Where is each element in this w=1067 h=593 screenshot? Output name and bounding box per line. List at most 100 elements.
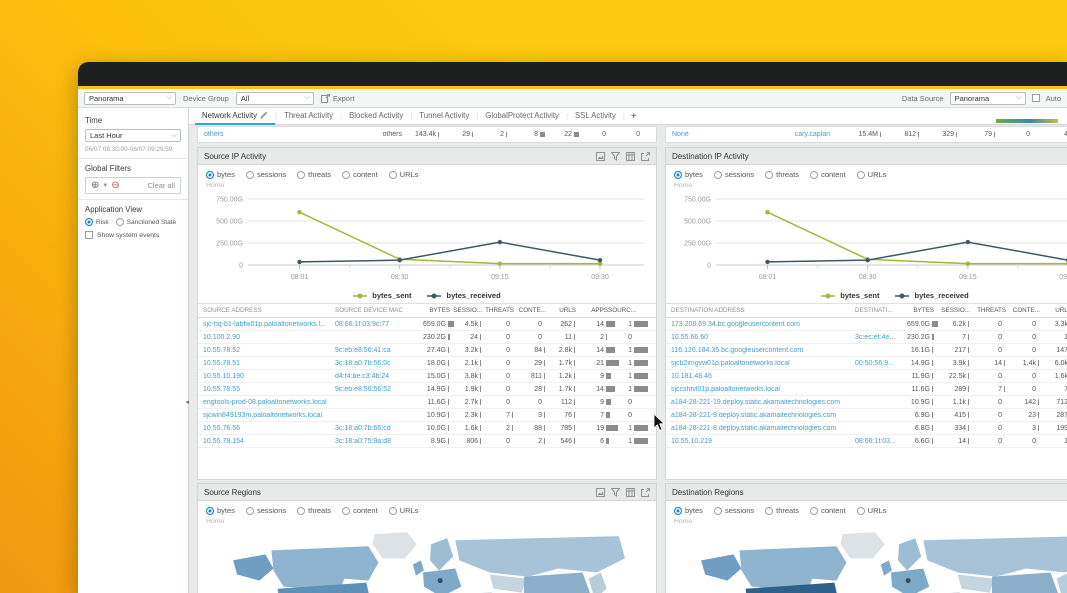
- svg-text:0: 0: [707, 263, 711, 270]
- sanctioned-state-radio[interactable]: Sanctioned State: [115, 218, 176, 226]
- source-ip-chart: 0 250.00G 500.00G 750.00G 08:01 08:30 09:15 09:…: [198, 189, 656, 290]
- export-image-icon[interactable]: [596, 487, 605, 497]
- summary-link[interactable]: others: [204, 131, 223, 138]
- summary-row-left: others others 143.4k 29 2 8 22 0 0: [197, 126, 657, 143]
- metric-radio-bytes[interactable]: bytes: [206, 506, 235, 515]
- device-group-select[interactable]: All ⌵: [235, 91, 314, 105]
- tab-globalprotect-activity[interactable]: GlobalProtect Activity: [478, 108, 566, 125]
- table-row[interactable]: 173.208.69.34.bc.googleusercontent.com 65…: [666, 318, 1067, 331]
- legend-bytes_sent[interactable]: bytes_sent: [821, 291, 879, 300]
- show-system-events-checkbox[interactable]: [85, 231, 93, 239]
- metric-radio-sessions[interactable]: sessions: [245, 170, 286, 179]
- detach-icon[interactable]: [641, 151, 650, 161]
- metric-radio-threats[interactable]: threats: [297, 170, 331, 179]
- column-header[interactable]: CONTE...: [519, 307, 563, 314]
- table-row[interactable]: 10.55.78.51 3c:18:a0:7b:56:0c 18.0G 2.1k 0 29…: [198, 357, 656, 370]
- add-filter-icon[interactable]: ⊕: [91, 180, 99, 191]
- table-row[interactable]: 10.55.78.154 3c:18:a0:75:9a:d8 8.9G 806 0 2 54…: [198, 435, 656, 448]
- metric-radio-sessions[interactable]: sessions: [713, 170, 754, 179]
- metric-radio-threats[interactable]: threats: [765, 506, 799, 515]
- table-icon[interactable]: [626, 487, 635, 497]
- table-row[interactable]: 10.55.10.21908:66:1f:03...6.6G140013: [666, 435, 1067, 448]
- radio-icon: [856, 506, 865, 515]
- metric-radio-content[interactable]: content: [342, 170, 378, 179]
- clear-all-button[interactable]: Clear all: [147, 181, 175, 190]
- time-select[interactable]: Last Hour ⌵: [85, 129, 181, 142]
- table-row[interactable]: 10.100.2.90 230.2G 24 0 0 11 2 0: [198, 331, 656, 344]
- chevron-down-icon: ⌵: [1016, 94, 1022, 101]
- table-row[interactable]: 116.126.184.35.bc.googleusercontent.com 1…: [666, 344, 1067, 357]
- metric-radio-content[interactable]: content: [342, 506, 378, 515]
- user-link[interactable]: cary.caplan: [795, 131, 830, 138]
- risk-radio[interactable]: Risk: [85, 218, 109, 226]
- remove-filter-icon[interactable]: ⊖: [111, 180, 119, 191]
- metric-radio-urls[interactable]: URLs: [388, 506, 418, 515]
- table-row[interactable]: a184-28-221-19.deploy.static.akamaitechn…: [666, 396, 1067, 409]
- auto-refresh-checkbox[interactable]: [1031, 94, 1040, 102]
- column-header[interactable]: CONTE...: [1013, 307, 1057, 314]
- destination-regions-map[interactable]: [666, 525, 1067, 593]
- metric-radio-threats[interactable]: threats: [297, 506, 331, 515]
- metric-radio-content[interactable]: content: [810, 170, 846, 179]
- export-button[interactable]: Export: [320, 93, 355, 103]
- filter-icon[interactable]: [611, 487, 620, 497]
- summary-link[interactable]: None: [672, 131, 689, 138]
- tab-network-activity[interactable]: Network Activity: [195, 108, 276, 125]
- detach-icon[interactable]: [641, 487, 650, 497]
- metric-radio-content[interactable]: content: [810, 506, 846, 515]
- table-row[interactable]: a184-28-221-8.deploy.static.akamaitechno…: [666, 422, 1067, 435]
- table-row[interactable]: 10.55.66.603c:ec:ef:4e...230.2G70011: [666, 331, 1067, 344]
- export-image-icon[interactable]: [596, 151, 605, 161]
- metric-radio-sessions[interactable]: sessions: [245, 506, 286, 515]
- legend-bytes_sent[interactable]: bytes_sent: [353, 291, 411, 300]
- metric-radio-urls[interactable]: URLs: [388, 170, 418, 179]
- radio-selected-icon: [85, 218, 93, 226]
- column-header[interactable]: DESTINATION ADDRESS: [671, 307, 855, 314]
- tab-ssl-activity[interactable]: SSL Activity: [568, 108, 623, 125]
- metric-radio-bytes[interactable]: bytes: [206, 170, 235, 179]
- column-header[interactable]: URLS: [1055, 307, 1067, 314]
- metric-radio-bytes[interactable]: bytes: [674, 170, 703, 179]
- column-header[interactable]: SOURCE DEVICE MAC: [335, 307, 423, 314]
- data-source-select[interactable]: Panorama ⌵: [949, 91, 1026, 105]
- show-system-events-row[interactable]: Show system events: [85, 231, 181, 239]
- table-row[interactable]: sjc-hq-b1-labfw01p.paloaltonetworks.l...…: [198, 318, 656, 331]
- legend-bytes_received[interactable]: bytes_received: [895, 291, 969, 300]
- metric-radio-threats[interactable]: threats: [765, 170, 799, 179]
- radio-icon: [388, 506, 397, 515]
- svg-text:250.00G: 250.00G: [216, 241, 243, 248]
- metric-radio-urls[interactable]: URLs: [856, 170, 886, 179]
- panel-title: Source IP Activity: [204, 151, 267, 161]
- table-row[interactable]: sjccshtvl01p.paloaltonetworks.local 11.6G…: [666, 383, 1067, 396]
- metric-radio-urls[interactable]: URLs: [856, 506, 886, 515]
- table-row[interactable]: engtools-prod-08.paloaltonetworks.local 1…: [198, 396, 656, 409]
- filter-icon[interactable]: [611, 151, 620, 161]
- application-view-label: Application View: [85, 205, 143, 214]
- column-header[interactable]: URLS: [559, 307, 593, 314]
- tab-tunnel-activity[interactable]: Tunnel Activity: [412, 108, 476, 125]
- table-row[interactable]: a184-28-221-9.deploy.static.akamaitechno…: [666, 409, 1067, 422]
- metric-radio-sessions[interactable]: sessions: [713, 506, 754, 515]
- table-row[interactable]: 10.55.78.52 9c:eb:e8:56:41:ca 27.4G 3.2k 0 84…: [198, 344, 656, 357]
- table-row[interactable]: sjcwin849193m.paloaltonetworks.local 10.9…: [198, 409, 656, 422]
- desktop-background: { "toolbar": { "context_value": "Panoram…: [0, 0, 1067, 593]
- legend-bytes_received[interactable]: bytes_received: [427, 291, 501, 300]
- table-row[interactable]: sjcb2imgvw01p.paloaltonetworks.local 00:5…: [666, 357, 1067, 370]
- table-row[interactable]: 10.181.48.4611.9G22.5k001.6k3: [666, 370, 1067, 383]
- table-row[interactable]: 10.55.76.56 3c:18:a0:7b:66:cd 10.0G 1.6k 2 88…: [198, 422, 656, 435]
- column-header[interactable]: SOURCE ADDRESS: [203, 307, 335, 314]
- top-toolbar: Panorama ⌵ Device Group All ⌵ Export Data …: [78, 89, 1067, 108]
- context-select[interactable]: Panorama ⌵: [84, 91, 176, 105]
- metric-radio-row: bytes sessions threats content URLs: [666, 501, 1067, 516]
- column-header[interactable]: SOURC...: [608, 307, 653, 314]
- tab-blocked-activity[interactable]: Blocked Activity: [342, 108, 410, 125]
- source-regions-map[interactable]: [198, 525, 656, 593]
- tab-threat-activity[interactable]: Threat Activity: [277, 108, 340, 125]
- country-japan: [588, 572, 607, 593]
- column-header[interactable]: DESTINATI...: [855, 307, 905, 314]
- table-icon[interactable]: [626, 151, 635, 161]
- table-row[interactable]: 10.55.78.55 9c:eb:e8:56:56:52 14.9G 1.9k 0 28…: [198, 383, 656, 396]
- add-tab-button[interactable]: +: [625, 111, 643, 122]
- metric-radio-bytes[interactable]: bytes: [674, 506, 703, 515]
- table-row[interactable]: 10.55.10.190 d4:f4:be:c3:4b:24 15.0G 3.8k 0 8…: [198, 370, 656, 383]
